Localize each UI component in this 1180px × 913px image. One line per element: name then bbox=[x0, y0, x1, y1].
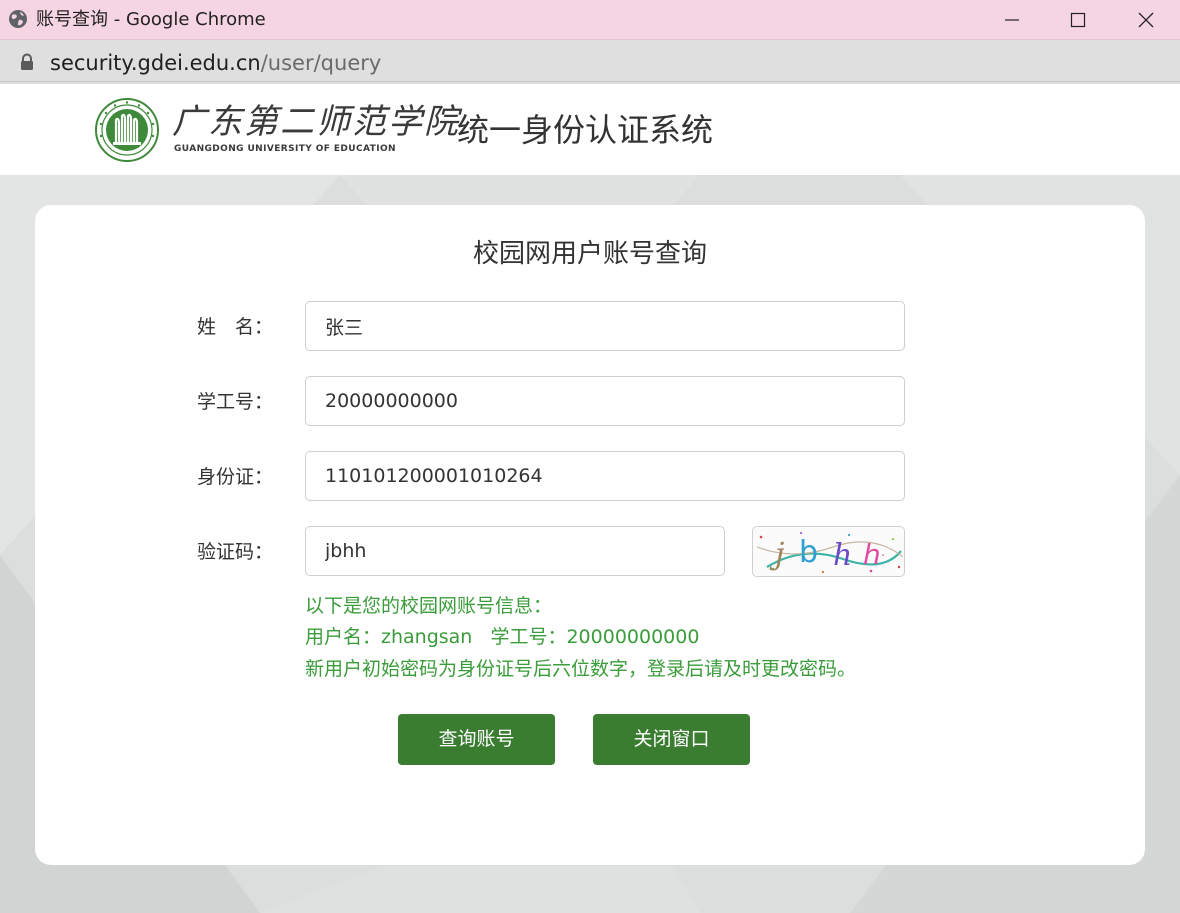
school-name-logotype: 广东第二师范学院 bbox=[172, 102, 460, 142]
url-text[interactable]: security.gdei.edu.cn/user/query bbox=[50, 50, 381, 76]
name-input[interactable] bbox=[305, 301, 905, 351]
idcard-label: 身份证： bbox=[197, 466, 274, 488]
school-name-english: GUANGDONG UNIVERSITY OF EDUCATION bbox=[174, 144, 396, 154]
minimize-icon bbox=[1005, 19, 1019, 21]
captcha-char-4: h bbox=[863, 538, 881, 571]
system-title: 统一身份认证系统 bbox=[457, 111, 714, 149]
globe-icon bbox=[9, 10, 27, 28]
result-intro: 以下是您的校园网账号信息： bbox=[305, 595, 553, 617]
minimize-button[interactable] bbox=[982, 0, 1042, 40]
close-window-page-button[interactable]: 关闭窗口 bbox=[593, 714, 750, 765]
captcha-char-3: h bbox=[833, 538, 852, 573]
site-header: 广东第二师范学院 GUANGDONG UNIVERSITY OF EDUCATI… bbox=[0, 84, 1180, 175]
address-bar[interactable]: security.gdei.edu.cn/user/query bbox=[0, 41, 1180, 82]
name-label: 姓 名： bbox=[197, 316, 274, 338]
url-host: security.gdei.edu.cn bbox=[50, 51, 261, 75]
captcha-char-2: b bbox=[799, 535, 818, 570]
student-id-label: 学工号： bbox=[197, 391, 274, 413]
result-account-info: 用户名：zhangsan 学工号：20000000000 bbox=[305, 626, 700, 648]
captcha-label: 验证码： bbox=[197, 541, 274, 563]
result-password-hint: 新用户初始密码为身份证号后六位数字，登录后请及时更改密码。 bbox=[305, 658, 857, 680]
close-window-button[interactable] bbox=[1116, 0, 1176, 40]
captcha-graphic: j b h h bbox=[756, 531, 904, 574]
captcha-char-1: j bbox=[769, 537, 784, 572]
close-icon bbox=[1138, 12, 1154, 28]
school-emblem-logo bbox=[95, 98, 159, 162]
query-card: 校园网用户账号查询 姓 名： 学工号： 身份证： 验证码： j b h h 以下… bbox=[35, 205, 1145, 865]
maximize-icon bbox=[1070, 12, 1086, 28]
url-path: /user/query bbox=[260, 51, 382, 75]
lock-icon bbox=[21, 53, 33, 70]
captcha-image[interactable]: j b h h bbox=[752, 526, 905, 577]
window-title: 账号查询 - Google Chrome bbox=[36, 9, 266, 30]
maximize-button[interactable] bbox=[1048, 0, 1108, 40]
idcard-input[interactable] bbox=[305, 451, 905, 501]
captcha-input[interactable] bbox=[305, 526, 725, 576]
student-id-input[interactable] bbox=[305, 376, 905, 426]
form-title: 校园网用户账号查询 bbox=[472, 239, 707, 269]
window-titlebar: 账号查询 - Google Chrome bbox=[0, 0, 1180, 40]
query-account-button[interactable]: 查询账号 bbox=[398, 714, 555, 765]
